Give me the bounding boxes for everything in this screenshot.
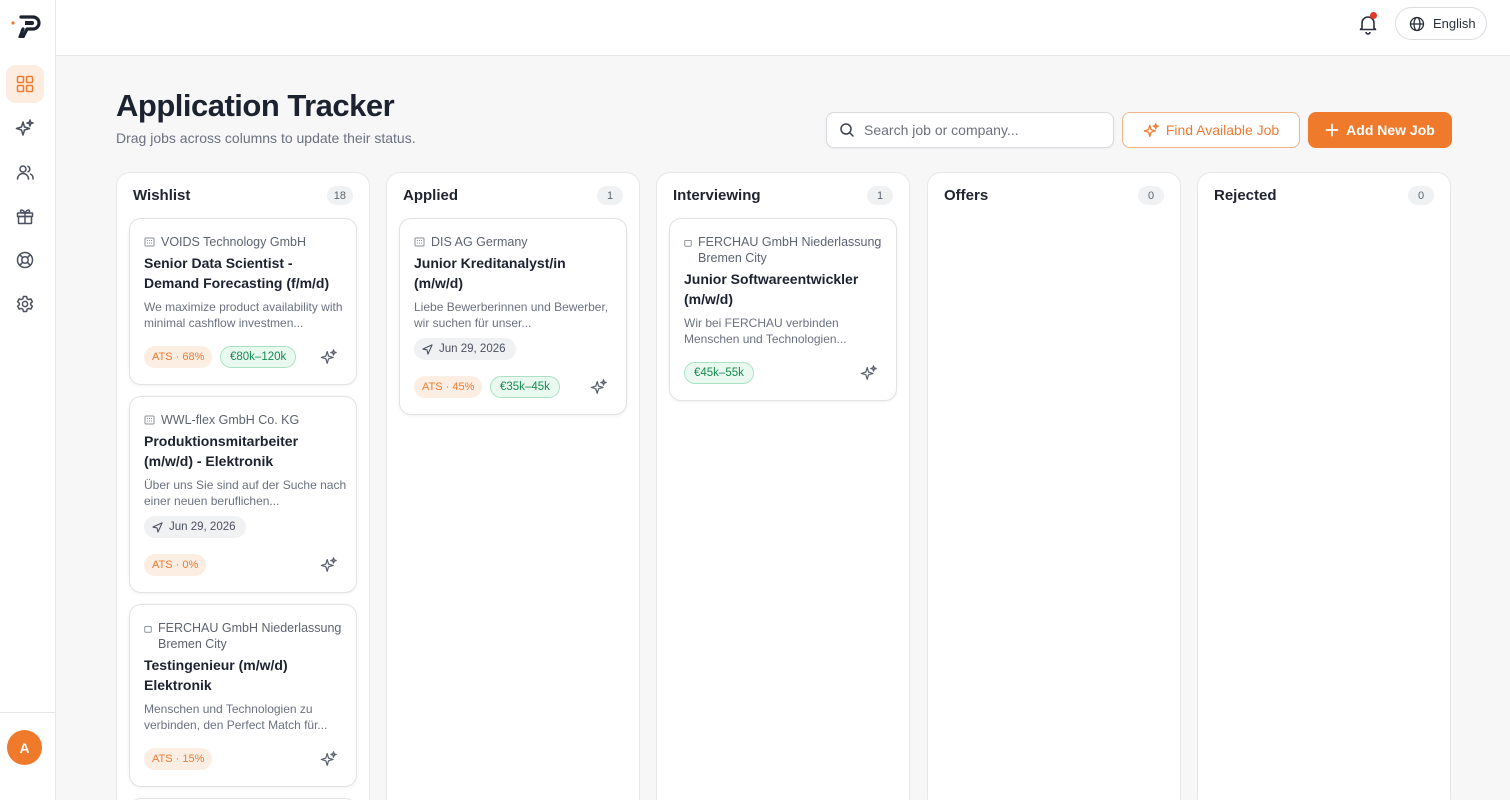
page-title: Application Tracker [116, 88, 395, 123]
users-icon [16, 165, 34, 180]
sidebar-item-dashboard[interactable] [6, 65, 44, 103]
column-count: 0 [1408, 186, 1434, 205]
ats-badge: ATS · 45% [414, 376, 483, 398]
building-icon [684, 239, 692, 247]
job-description: Liebe Bewerberinnen und Bewerber, wir su… [414, 300, 609, 330]
notification-dot [1370, 12, 1377, 19]
find-available-job-label: Find Available Job [1165, 122, 1280, 138]
column-title: Offers [944, 187, 989, 204]
ai-sparkle-icon[interactable] [590, 378, 608, 396]
add-new-job-label: Add New Job [1346, 122, 1435, 138]
send-icon [422, 343, 433, 355]
company-name: FERCHAU GmbH Niederlassung Bremen City [698, 235, 882, 265]
job-card[interactable]: WWL-flex GmbH Co. KG Produktionsmitarbei… [129, 396, 357, 593]
job-description: Wir bei FERCHAU verbinden Menschen und T… [684, 316, 847, 346]
building-icon [144, 415, 155, 425]
column-count: 1 [867, 186, 893, 205]
globe-icon [1409, 16, 1425, 31]
company-name: VOIDS Technology GmbH [161, 235, 306, 249]
applied-date-badge: Jun 29, 2026 [144, 516, 246, 538]
sidebar-item-settings[interactable] [6, 285, 44, 323]
add-new-job-button[interactable]: Add New Job [1308, 112, 1452, 148]
job-description: We maximize product availability with mi… [144, 300, 343, 330]
find-available-job-button[interactable]: Find Available Job [1122, 112, 1300, 148]
salary-badge: €35k–45k [490, 376, 560, 398]
job-description: Über uns Sie sind auf der Suche nach ein… [144, 478, 347, 508]
company: FERCHAU GmbH Niederlassung Bremen City [144, 620, 344, 652]
job-title: Produktionsmitarbeiter (m/w/d) - Elektro… [144, 433, 299, 469]
lifebuoy-icon [16, 251, 34, 269]
ai-sparkle-icon[interactable] [320, 556, 338, 574]
job-card[interactable]: FERCHAU GmbH Niederlassung Bremen City T… [129, 604, 357, 787]
column-applied[interactable]: Applied 1 DIS AG Germany Junior Kreditan… [386, 172, 640, 800]
sidebar-item-ai[interactable] [6, 109, 44, 147]
language-label: English [1433, 16, 1476, 31]
building-icon [144, 237, 155, 247]
sidebar: A [0, 0, 56, 800]
job-title: Senior Data Scientist - Demand Forecasti… [144, 255, 330, 291]
job-title: Testingenieur (m/w/d) Elektronik [144, 657, 288, 693]
ats-badge: ATS · 15% [144, 748, 213, 770]
company: DIS AG Germany [414, 234, 614, 250]
company-name: WWL-flex GmbH Co. KG [161, 413, 300, 427]
job-card[interactable]: DIS AG Germany Junior Kreditanalyst/in (… [399, 218, 627, 415]
column-interviewing[interactable]: Interviewing 1 FERCHAU GmbH Niederlassun… [656, 172, 910, 800]
job-card[interactable]: VOIDS Technology GmbH Senior Data Scient… [129, 218, 357, 385]
sparkles-icon [1143, 122, 1159, 137]
job-title: Junior Kreditanalyst/in (m/w/d) [414, 255, 566, 291]
column-count: 1 [597, 186, 623, 205]
sidebar-divider [0, 712, 56, 713]
column-offers[interactable]: Offers 0 [927, 172, 1181, 800]
job-title: Junior Softwareentwickler (m/w/d) [684, 271, 859, 307]
sidebar-item-help[interactable] [6, 241, 44, 279]
ai-sparkle-icon[interactable] [860, 364, 878, 382]
column-title: Applied [403, 187, 458, 204]
search-icon [840, 123, 854, 137]
plus-icon [1325, 123, 1339, 137]
gift-icon [16, 209, 34, 225]
company-name: FERCHAU GmbH Niederlassung Bremen City [158, 621, 342, 651]
notifications-button[interactable] [1356, 12, 1380, 36]
sidebar-item-rewards[interactable] [6, 197, 44, 235]
company-name: DIS AG Germany [431, 235, 528, 249]
column-wishlist[interactable]: Wishlist 18 VOIDS Technology GmbH Senior… [116, 172, 370, 800]
applied-date: Jun 29, 2026 [169, 521, 236, 533]
ats-badge: ATS · 68% [144, 346, 213, 368]
column-title: Interviewing [673, 187, 761, 204]
search-input[interactable] [864, 122, 1104, 138]
page-subtitle: Drag jobs across columns to update their… [116, 130, 416, 146]
ai-sparkle-icon[interactable] [320, 348, 338, 366]
gear-icon [16, 295, 34, 313]
column-title: Rejected [1214, 187, 1277, 204]
column-count: 0 [1138, 186, 1164, 205]
column-rejected[interactable]: Rejected 0 [1197, 172, 1451, 800]
column-title: Wishlist [133, 187, 191, 204]
applied-date-badge: Jun 29, 2026 [414, 338, 516, 360]
company: VOIDS Technology GmbH [144, 234, 344, 250]
send-icon [152, 521, 163, 533]
company: WWL-flex GmbH Co. KG [144, 412, 344, 428]
job-card[interactable]: FERCHAU GmbH Niederlassung Bremen City J… [669, 218, 897, 401]
building-icon [414, 237, 425, 247]
language-selector[interactable]: English [1395, 7, 1487, 40]
salary-badge: €80k–120k [220, 346, 297, 368]
building-icon [144, 625, 152, 633]
salary-badge: €45k–55k [684, 362, 754, 384]
app-logo[interactable] [10, 10, 46, 38]
job-description: Menschen und Technologien zu verbinden, … [144, 702, 328, 732]
sparkles-icon [15, 119, 34, 136]
applied-date: Jun 29, 2026 [439, 343, 506, 355]
avatar[interactable]: A [7, 730, 42, 765]
sidebar-item-contacts[interactable] [6, 153, 44, 191]
column-count: 18 [326, 186, 353, 205]
ats-badge: ATS · 0% [144, 554, 207, 576]
search-box [826, 112, 1114, 148]
ai-sparkle-icon[interactable] [320, 750, 338, 768]
grid-icon [16, 75, 34, 93]
company: FERCHAU GmbH Niederlassung Bremen City [684, 234, 884, 266]
topbar: English [56, 0, 1510, 56]
